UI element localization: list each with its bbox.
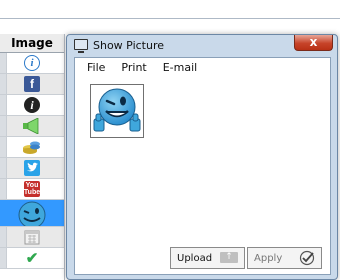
- row-gutter: [0, 53, 7, 73]
- youtube-text-top: You: [25, 182, 39, 189]
- list-row-calendar[interactable]: [0, 227, 64, 248]
- row-gutter: [0, 227, 7, 247]
- list-row-info-dark[interactable]: i: [0, 95, 64, 116]
- image-list: Image i f i You Tube ✔: [0, 34, 65, 280]
- list-row-twitter[interactable]: [0, 158, 64, 179]
- upload-button[interactable]: Upload ↑: [170, 247, 245, 269]
- row-gutter: [0, 248, 7, 268]
- image-column-header[interactable]: Image: [0, 34, 64, 53]
- menu-email[interactable]: E-mail: [155, 61, 206, 74]
- list-row-speaker[interactable]: [0, 116, 64, 137]
- upload-label: Upload: [177, 252, 213, 264]
- picture-preview: [90, 84, 144, 138]
- youtube-text-bottom: Tube: [23, 189, 41, 196]
- background-window-top: [0, 0, 340, 30]
- window-icon: [74, 39, 88, 53]
- list-row-youtube[interactable]: You Tube: [0, 179, 64, 200]
- close-button[interactable]: x: [294, 35, 333, 51]
- list-row-info[interactable]: i: [0, 53, 64, 74]
- apply-button[interactable]: Apply: [247, 247, 322, 269]
- row-gutter: [0, 179, 7, 199]
- row-gutter: [0, 116, 7, 136]
- upload-folder-icon: ↑: [220, 252, 238, 263]
- row-gutter: [0, 137, 7, 157]
- list-row-smiley-selected[interactable]: [0, 200, 64, 227]
- list-row-checkmark[interactable]: ✔: [0, 248, 64, 269]
- dialog-client-area: File Print E-mail Upload ↑ Apply: [74, 57, 331, 275]
- list-row-database[interactable]: [0, 137, 64, 158]
- youtube-icon: You Tube: [24, 181, 40, 197]
- row-gutter: [0, 95, 7, 115]
- apply-label: Apply: [254, 252, 283, 264]
- winking-smiley-thumbs-up-icon: [93, 88, 141, 132]
- database-icon: [23, 141, 40, 154]
- facebook-icon: f: [24, 76, 40, 92]
- row-gutter: [0, 158, 7, 178]
- calendar-icon: [24, 230, 40, 245]
- info-icon: i: [24, 55, 40, 71]
- dialog-titlebar[interactable]: Show Picture x: [67, 35, 337, 55]
- row-gutter: [0, 200, 7, 226]
- row-gutter: [0, 74, 7, 94]
- checkmark-icon: ✔: [25, 250, 39, 267]
- twitter-icon: [24, 160, 40, 176]
- apply-check-icon: [299, 250, 315, 266]
- menu-print[interactable]: Print: [113, 61, 154, 74]
- winking-smiley-icon: [18, 201, 46, 226]
- list-row-facebook[interactable]: f: [0, 74, 64, 95]
- menu-bar: File Print E-mail: [75, 58, 330, 76]
- info-dark-icon: i: [24, 97, 40, 113]
- background-divider: [0, 18, 340, 19]
- show-picture-dialog: Show Picture x File Print E-mail Upload …: [66, 34, 338, 280]
- dialog-title: Show Picture: [93, 39, 165, 52]
- menu-file[interactable]: File: [75, 61, 113, 74]
- speaker-icon: [23, 118, 39, 134]
